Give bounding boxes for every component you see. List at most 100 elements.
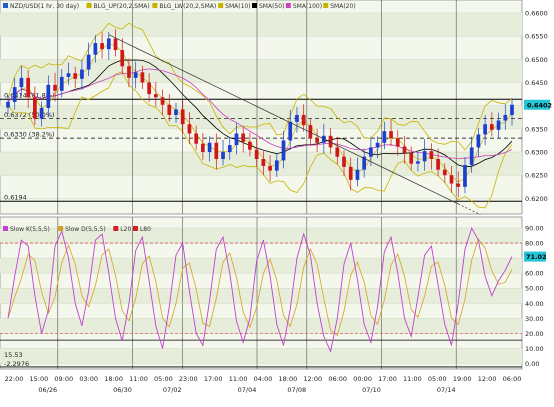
price-tick-label: 0.6200 bbox=[525, 195, 548, 203]
candle-body bbox=[120, 50, 125, 67]
time-axis: 22:00 15:00 09:00 03:00 18:00 11:00 05:00 23:00… bbox=[5, 375, 522, 394]
candle-body bbox=[73, 73, 78, 79]
candle-body bbox=[429, 151, 434, 159]
candle-body bbox=[301, 114, 306, 126]
candle-body bbox=[489, 124, 494, 130]
candle-body bbox=[295, 114, 299, 122]
oscillator-level-low-label: -2.2976 bbox=[4, 360, 29, 368]
candle-body bbox=[449, 175, 454, 184]
osc-tick-label: 80.00 bbox=[525, 240, 544, 248]
time-tick-label: 17:00 bbox=[378, 375, 397, 383]
time-tick-label: 04:00 bbox=[254, 375, 273, 383]
candle-body bbox=[348, 166, 353, 180]
candle-body bbox=[46, 84, 51, 108]
osc-tick-label: 10.00 bbox=[525, 345, 544, 353]
time-tick-label: 06:00 bbox=[503, 375, 522, 383]
candle-body bbox=[456, 183, 461, 187]
legend-swatch bbox=[132, 226, 138, 231]
time-tick-label: 05:00 bbox=[154, 375, 173, 383]
last-oscillator-tag: 71.02 bbox=[524, 251, 547, 262]
osc-tick-label: 50.00 bbox=[525, 285, 544, 293]
time-tick-label: 19:00 bbox=[453, 375, 472, 383]
time-tick-label: 22:00 bbox=[5, 375, 24, 383]
candle-body bbox=[26, 77, 31, 98]
price-tick-label: 0.6250 bbox=[525, 172, 548, 180]
candle-body bbox=[221, 152, 225, 159]
legend-label: BLG_LW(20,2,SMA) bbox=[159, 3, 216, 10]
candle-body bbox=[153, 94, 158, 98]
candle-body bbox=[59, 76, 64, 91]
date-label: 07/08 bbox=[287, 386, 306, 394]
candle-body bbox=[93, 43, 98, 55]
candle-body bbox=[227, 145, 232, 153]
candle-body bbox=[510, 104, 514, 115]
legend-label: SMA(10) bbox=[225, 3, 250, 10]
candle-body bbox=[113, 38, 118, 51]
candle-body bbox=[167, 104, 172, 115]
legend-label: Slow D(5,5,5) bbox=[65, 226, 106, 233]
time-tick-label: 06:00 bbox=[328, 375, 347, 383]
osc-tick-label: 0.00 bbox=[525, 360, 539, 368]
legend-swatch bbox=[218, 3, 224, 8]
price-tick-label: 0.6450 bbox=[525, 79, 548, 87]
last-price-tag: 0.6402 bbox=[524, 99, 552, 110]
candle-body bbox=[248, 141, 252, 150]
candle-body bbox=[463, 165, 467, 187]
time-tick-label: 18:00 bbox=[104, 375, 123, 383]
date-label: 06/26 bbox=[38, 386, 57, 394]
osc-tick-label: 30.00 bbox=[525, 315, 544, 323]
date-label: 07/04 bbox=[238, 386, 257, 394]
date-label: 07/02 bbox=[163, 386, 182, 394]
candle-body bbox=[274, 160, 279, 171]
candle-body bbox=[180, 109, 185, 125]
date-label: 07/10 bbox=[362, 386, 381, 394]
candle-body bbox=[422, 151, 427, 162]
candle-body bbox=[127, 66, 131, 78]
time-tick-label: 18:00 bbox=[279, 375, 298, 383]
legend-swatch bbox=[3, 226, 8, 231]
legend-label: Slow K(5,5,5) bbox=[10, 226, 50, 233]
forex-chart: 0.6414 (61.8%)0.6372 (50.0%)0.6330 (38.2… bbox=[0, 0, 552, 394]
candle-body bbox=[66, 73, 71, 77]
legend-swatch bbox=[86, 3, 92, 8]
time-tick-label: 03:00 bbox=[79, 375, 98, 383]
level-label: 0.6330 (38.2%) bbox=[4, 131, 55, 139]
candle-body bbox=[53, 84, 57, 91]
candle-body bbox=[194, 133, 199, 144]
time-tick-label: 12:00 bbox=[303, 375, 322, 383]
candle-body bbox=[214, 142, 219, 159]
candle-body bbox=[416, 161, 420, 164]
time-tick-label: 11:00 bbox=[229, 375, 248, 383]
time-tick-label: 09:00 bbox=[54, 375, 73, 383]
candle-body bbox=[369, 147, 373, 157]
legend-label: SMA(20) bbox=[330, 3, 355, 10]
candle-body bbox=[496, 120, 501, 130]
price-legend: NZD/USD(1 hr, 30 day) BLG_UP(20,2,SMA) BLG… bbox=[3, 3, 356, 10]
price-band bbox=[0, 12, 522, 37]
candle-body bbox=[80, 69, 84, 79]
candle-body bbox=[355, 169, 360, 180]
level-label: 0.6194 bbox=[4, 194, 27, 202]
price-tick-label: 0.6350 bbox=[525, 125, 548, 133]
legend-label: NZD/USD(1 hr, 30 day) bbox=[10, 3, 79, 10]
candle-body bbox=[335, 147, 340, 157]
time-tick-label: 00:00 bbox=[353, 375, 372, 383]
time-tick-label: 11:00 bbox=[129, 375, 148, 383]
candle-body bbox=[261, 159, 266, 166]
legend-swatch bbox=[323, 3, 329, 8]
price-tick-label: 0.6500 bbox=[525, 56, 548, 64]
candle-body bbox=[174, 109, 178, 115]
candle-body bbox=[281, 140, 286, 161]
legend-label: BLG_UP(20,2,SMA) bbox=[94, 3, 150, 10]
candle-body bbox=[382, 131, 387, 143]
oscillator-level-high-label: 15.53 bbox=[4, 351, 23, 359]
candle-body bbox=[207, 142, 212, 153]
candle-body bbox=[254, 149, 259, 159]
candle-body bbox=[19, 77, 24, 88]
candle-body bbox=[140, 72, 145, 83]
legend-label: L80 bbox=[140, 226, 151, 233]
candle-body bbox=[106, 38, 111, 50]
price-tick-label: 0.6550 bbox=[525, 33, 548, 41]
candle-body bbox=[503, 114, 508, 121]
oscillator-axis: 90.0080.0070.0060.0050.0040.0030.0020.00… bbox=[525, 225, 544, 368]
